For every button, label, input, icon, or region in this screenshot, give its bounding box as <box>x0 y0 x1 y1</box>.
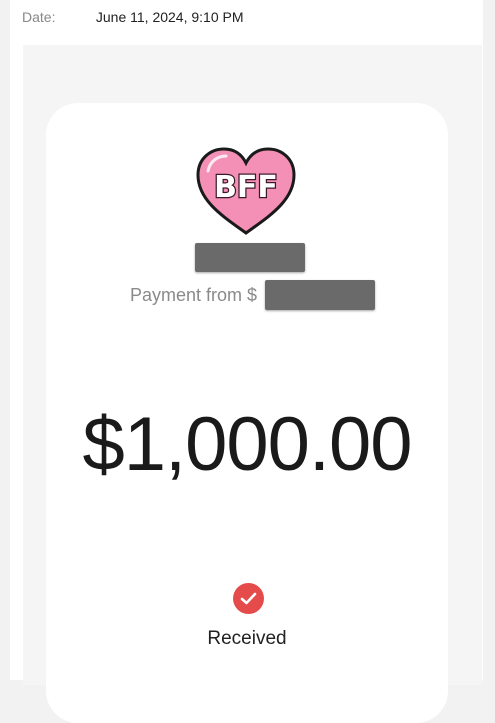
payment-amount: $1,000.00 <box>82 402 412 487</box>
payment-status: Received <box>207 628 287 649</box>
payment-from-label: Payment from $ <box>130 285 258 305</box>
date-value: June 11, 2024, 9:10 PM <box>95 9 244 25</box>
redacted-cashtag <box>265 280 375 310</box>
check-circle-icon <box>233 583 264 614</box>
avatar-text: BFF <box>214 170 278 205</box>
payment-card: BFF Payment from $ $1,000.00 Received <box>46 103 448 723</box>
date-row: Date: June 11, 2024, 9:10 PM <box>22 9 244 25</box>
receipt-page: Date: June 11, 2024, 9:10 PM BFF Payment… <box>10 0 483 723</box>
payment-panel: BFF Payment from $ $1,000.00 Received <box>23 45 482 723</box>
date-label: Date: <box>22 9 56 25</box>
redacted-name <box>195 243 305 272</box>
bff-heart-icon: BFF <box>194 145 298 237</box>
